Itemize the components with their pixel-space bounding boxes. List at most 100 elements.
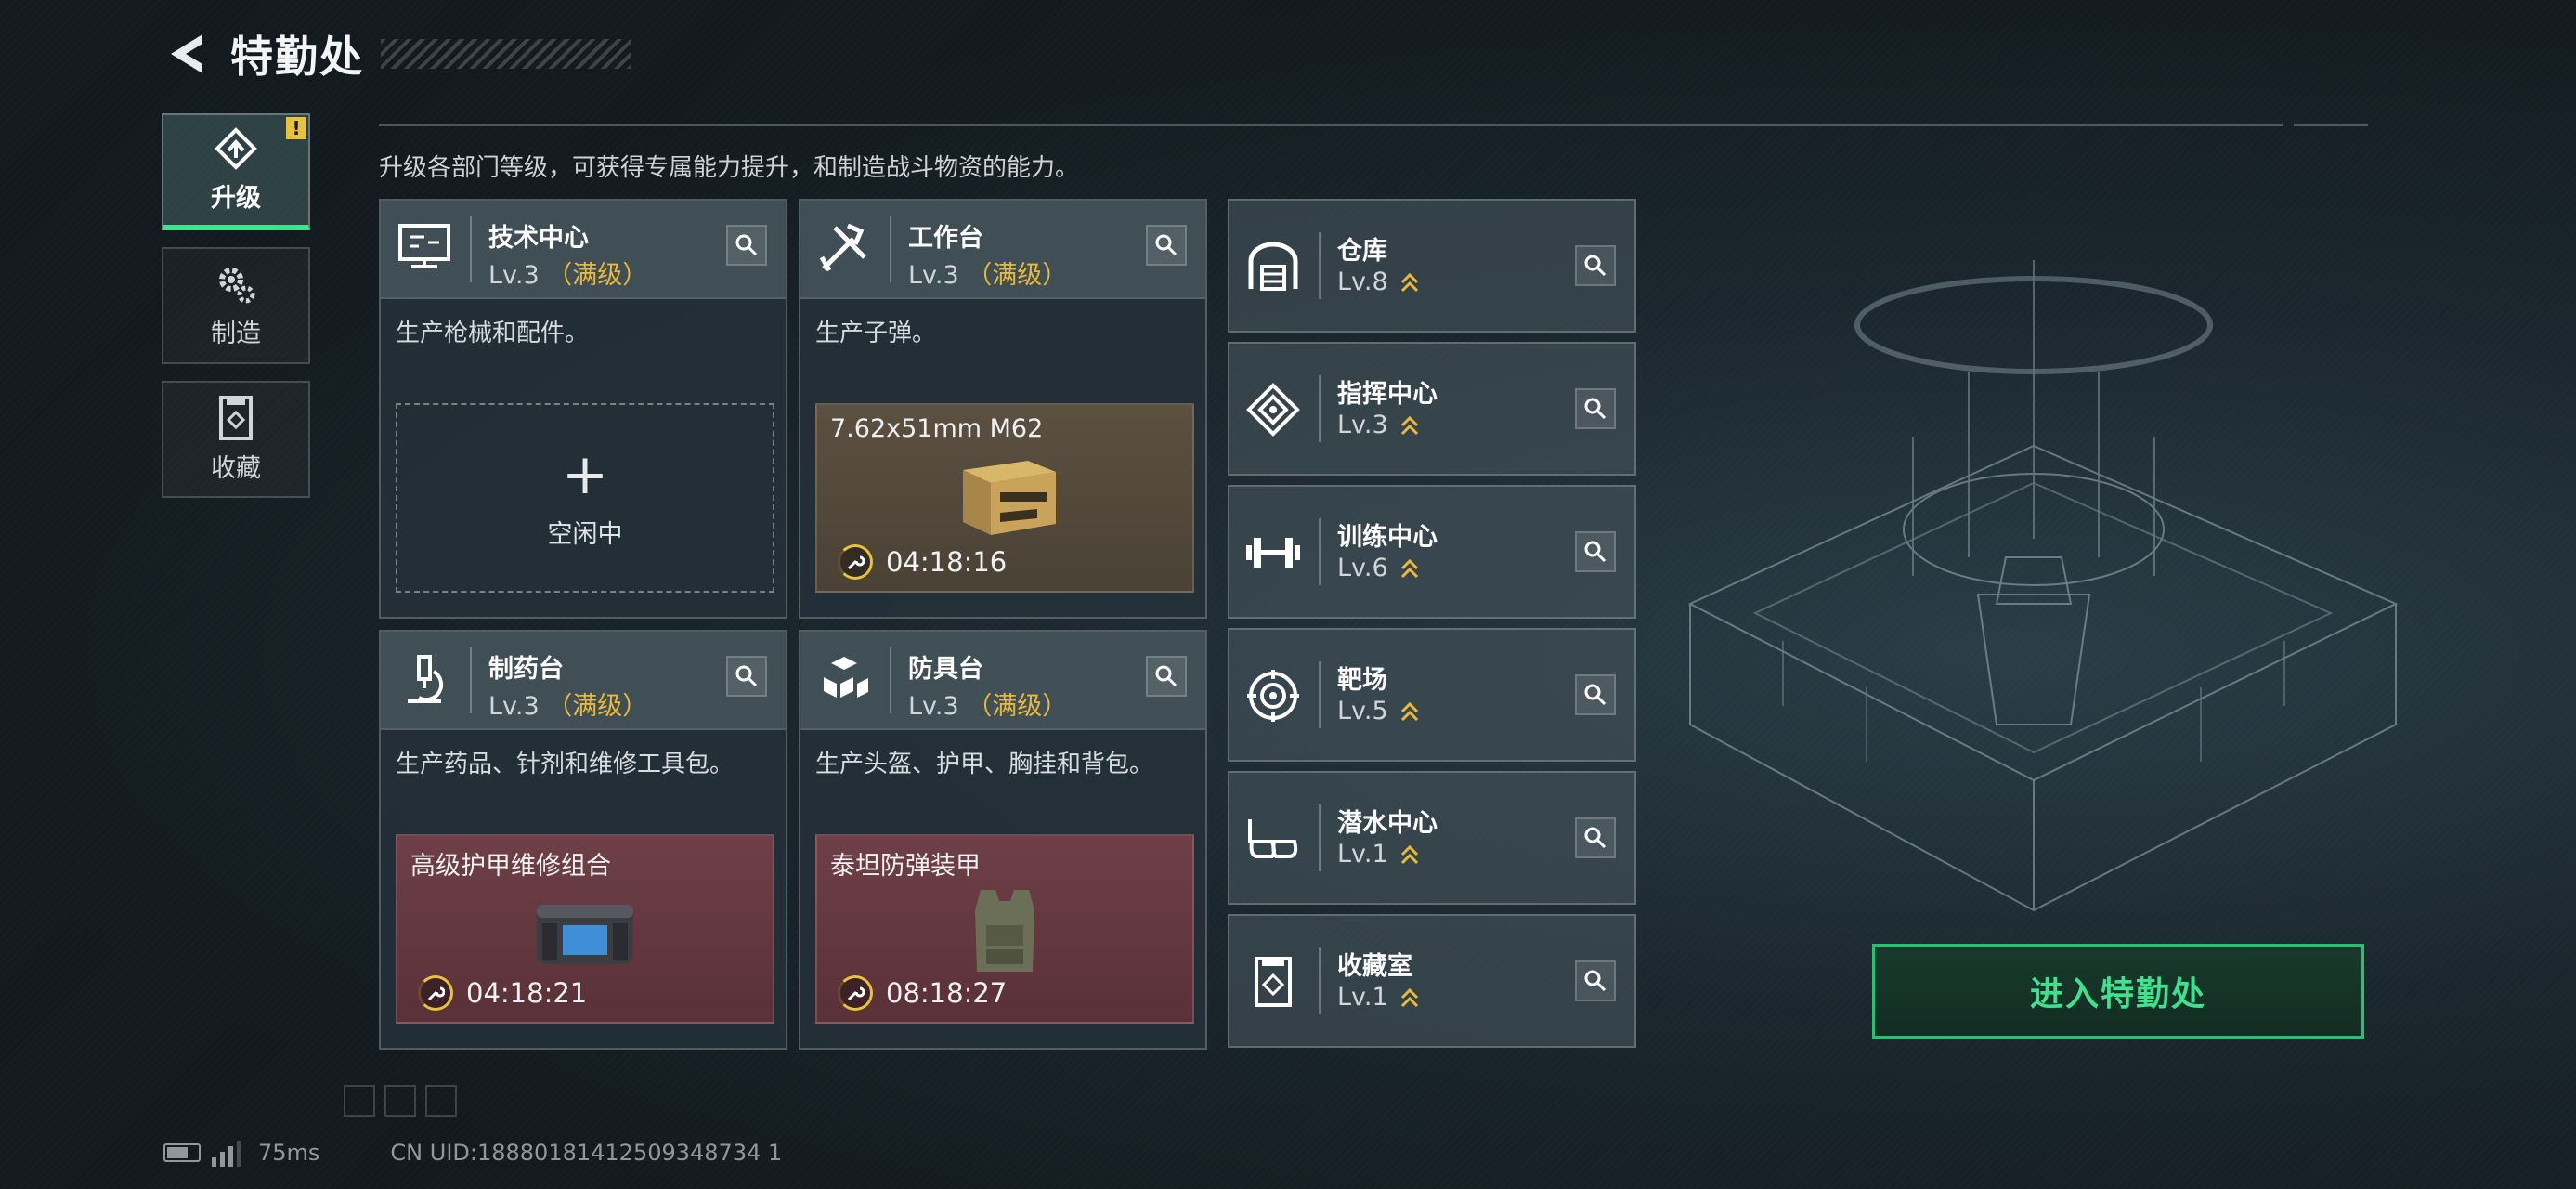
room-name: 靶场 xyxy=(1337,666,1387,695)
tab-collection[interactable]: 收藏 xyxy=(162,381,310,498)
room-name: 收藏室 xyxy=(1337,952,1412,981)
room-level: Lv.3 xyxy=(1337,411,1420,439)
decorative-marks xyxy=(344,1085,466,1117)
product-name: 高级护甲维修组合 xyxy=(410,852,611,881)
search-button[interactable] xyxy=(1146,656,1187,697)
facility-description: 生产头盔、护甲、胸挂和背包。 xyxy=(815,751,1154,778)
separator xyxy=(890,216,891,282)
production-slot[interactable]: 高级护甲维修组合 04:18:21 xyxy=(396,834,774,1024)
room-row-collection-room[interactable]: 收藏室 Lv.1 xyxy=(1228,914,1636,1048)
separator xyxy=(1319,804,1321,871)
upgrade-chevron-icon xyxy=(1400,701,1418,721)
upgrade-chevron-icon xyxy=(1400,987,1418,1007)
search-button[interactable] xyxy=(1575,531,1616,572)
production-slot[interactable]: 泰坦防弹装甲 08:18:27 xyxy=(815,834,1194,1024)
search-icon xyxy=(735,665,758,687)
room-row-diving-center[interactable]: 潜水中心 Lv.1 xyxy=(1228,771,1636,905)
signal-icon xyxy=(212,1139,245,1167)
divider xyxy=(2294,124,2368,126)
facility-card-pharmacy[interactable]: 制药台 Lv.3 （满级） 生产药品、针剂和维修工具包。 高级护甲维修组合 04… xyxy=(379,630,787,1050)
room-row-shooting-range[interactable]: 靶场 Lv.5 xyxy=(1228,628,1636,762)
microscope-icon xyxy=(394,648,455,710)
dumbbell-icon xyxy=(1242,522,1304,583)
upgrade-chevron-icon xyxy=(1400,558,1418,578)
back-button[interactable] xyxy=(163,31,210,77)
room-row-command-center[interactable]: 指挥中心 Lv.3 xyxy=(1228,342,1636,476)
section-description: 升级各部门等级，可获得专属能力提升，和制造战斗物资的能力。 xyxy=(379,154,1080,182)
computer-icon xyxy=(394,217,455,279)
search-icon xyxy=(1584,684,1607,706)
production-timer: 04:18:21 xyxy=(418,975,587,1011)
tab-manufacture[interactable]: 制造 xyxy=(162,247,310,364)
facility-card-workbench[interactable]: 工作台 Lv.3 （满级） 生产子弹。 7.62x51mm M62 04:18:… xyxy=(799,199,1207,619)
warehouse-icon xyxy=(1242,236,1304,297)
production-slot[interactable]: 7.62x51mm M62 04:18:16 xyxy=(815,403,1194,593)
production-slot-idle[interactable]: + 空闲中 xyxy=(396,403,774,593)
enter-special-ops-button[interactable]: 进入特勤处 xyxy=(1872,944,2364,1039)
facility-description: 生产子弹。 xyxy=(815,320,937,347)
timer-text: 08:18:27 xyxy=(886,977,1008,1009)
slot-status: 空闲中 xyxy=(547,519,623,549)
upgrade-icon xyxy=(215,126,257,170)
facility-level: Lv.3 （满级） xyxy=(908,692,1068,721)
search-button[interactable] xyxy=(1146,225,1187,266)
facility-level: Lv.3 （满级） xyxy=(908,261,1068,290)
repair-kit-image xyxy=(537,905,633,964)
tab-label: 制造 xyxy=(211,319,261,348)
enter-button-label: 进入特勤处 xyxy=(2029,975,2206,1013)
search-button[interactable] xyxy=(1575,245,1616,286)
command-icon xyxy=(1242,379,1304,440)
ping-text: 75ms xyxy=(258,1140,320,1166)
ammo-box-image xyxy=(963,461,1056,535)
wrench-icon xyxy=(838,975,873,1011)
warning-badge: ! xyxy=(286,117,306,139)
tab-label: 升级 xyxy=(211,183,261,213)
upgrade-chevron-icon xyxy=(1400,272,1418,292)
timer-text: 04:18:21 xyxy=(466,977,588,1009)
production-timer: 04:18:16 xyxy=(838,544,1007,580)
search-button[interactable] xyxy=(1575,960,1616,1001)
room-level: Lv.1 xyxy=(1337,840,1420,869)
room-level: Lv.6 xyxy=(1337,554,1420,582)
upgrade-chevron-icon xyxy=(1400,844,1418,864)
room-name: 指挥中心 xyxy=(1337,380,1438,409)
title-decoration xyxy=(381,39,631,69)
facility-name: 制药台 xyxy=(488,655,564,684)
product-name: 泰坦防弹装甲 xyxy=(830,852,981,881)
search-button[interactable] xyxy=(726,225,767,266)
search-icon xyxy=(1584,255,1607,277)
battery-icon xyxy=(163,1143,201,1162)
tab-upgrade[interactable]: ! 升级 xyxy=(162,113,310,230)
facility-card-tech-center[interactable]: 技术中心 Lv.3 （满级） 生产枪械和配件。 + 空闲中 xyxy=(379,199,787,619)
search-icon xyxy=(1584,398,1607,420)
separator xyxy=(1319,518,1321,585)
room-row-warehouse[interactable]: 仓库 Lv.8 xyxy=(1228,199,1636,333)
facility-level: Lv.3 （满级） xyxy=(488,261,648,290)
collection-icon xyxy=(219,395,253,440)
room-level: Lv.5 xyxy=(1337,697,1420,725)
separator xyxy=(470,647,472,713)
production-timer: 08:18:27 xyxy=(838,975,1007,1011)
collection-room-icon xyxy=(1242,951,1304,1013)
back-arrow-icon xyxy=(171,34,202,73)
search-button[interactable] xyxy=(1575,388,1616,429)
wrench-icon xyxy=(838,544,873,580)
search-button[interactable] xyxy=(726,656,767,697)
status-bar: 75ms CN UID:18880181412509348734 1 xyxy=(163,1139,782,1167)
search-button[interactable] xyxy=(1575,817,1616,858)
building-illustration xyxy=(1687,260,2399,912)
target-icon xyxy=(1242,665,1304,726)
room-row-training-center[interactable]: 训练中心 Lv.6 xyxy=(1228,485,1636,619)
search-icon xyxy=(1584,970,1607,992)
facility-card-armor-bench[interactable]: 防具台 Lv.3 （满级） 生产头盔、护甲、胸挂和背包。 泰坦防弹装甲 08:1… xyxy=(799,630,1207,1050)
facility-level: Lv.3 （满级） xyxy=(488,692,648,721)
tools-icon xyxy=(813,217,875,279)
search-button[interactable] xyxy=(1575,674,1616,715)
divider xyxy=(379,124,2283,126)
header: 特勤处 xyxy=(163,26,631,82)
facility-description: 生产药品、针剂和维修工具包。 xyxy=(396,751,735,778)
search-icon xyxy=(1155,665,1177,687)
room-name: 训练中心 xyxy=(1337,523,1438,552)
facility-name: 防具台 xyxy=(908,655,983,684)
card-header: 技术中心 Lv.3 （满级） xyxy=(381,201,786,299)
